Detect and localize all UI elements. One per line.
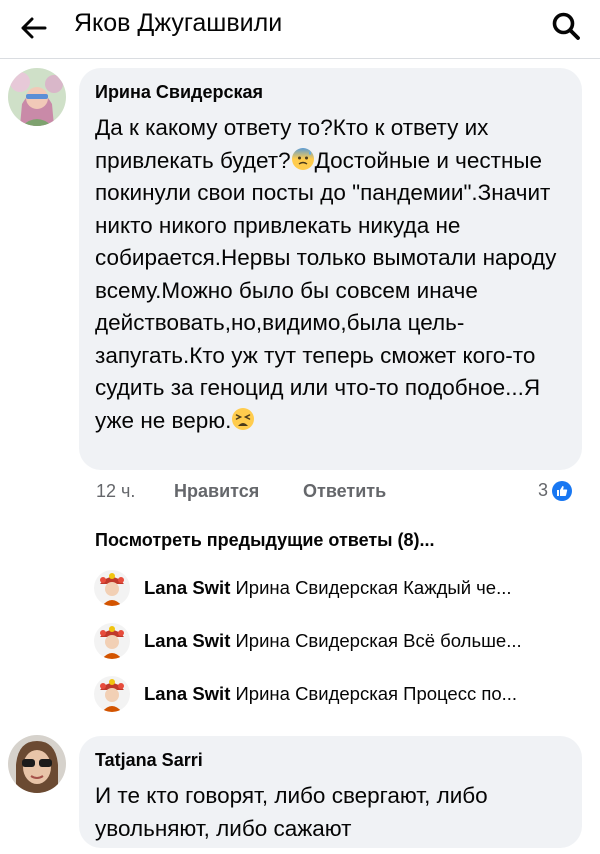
arrow-left-icon <box>21 17 47 39</box>
comment-bubble: Tatjana Sarri И те кто говорят, либо све… <box>79 736 582 848</box>
like-button[interactable]: Нравится <box>174 481 259 502</box>
reply-row[interactable]: Lana Swit Ирина Свидерская Процесс по... <box>94 676 594 716</box>
like-icon <box>552 480 573 501</box>
top-bar: Яков Джугашвили <box>0 0 600 59</box>
avatar[interactable] <box>8 68 66 126</box>
avatar-image <box>94 676 130 712</box>
tired-face-icon <box>232 407 255 430</box>
comment-bubble: Ирина Свидерская Да к какому ответу то?К… <box>79 68 582 470</box>
reply-button[interactable]: Ответить <box>303 481 386 502</box>
avatar-image <box>8 68 66 126</box>
comment-author[interactable]: Ирина Свидерская <box>95 82 263 103</box>
page-title: Яков Джугашвили <box>74 9 283 37</box>
avatar[interactable] <box>94 623 130 659</box>
reaction-count[interactable]: 3 <box>538 480 573 501</box>
reply-row[interactable]: Lana Swit Ирина Свидерская Всё больше... <box>94 623 594 663</box>
search-icon <box>552 12 580 40</box>
avatar[interactable] <box>8 735 66 793</box>
view-previous-replies-link[interactable]: Посмотреть предыдущие ответы (8)... <box>95 530 435 551</box>
avatar-image <box>94 570 130 606</box>
search-button[interactable] <box>546 6 586 46</box>
reply-text: Lana Swit Ирина Свидерская Всё больше... <box>144 630 522 652</box>
reply-snippet: Ирина Свидерская Всё больше... <box>235 630 522 651</box>
reply-text: Lana Swit Ирина Свидерская Каждый че... <box>144 577 512 599</box>
reply-snippet: Ирина Свидерская Процесс по... <box>235 683 518 704</box>
reply-author[interactable]: Lana Swit <box>144 577 230 598</box>
reply-snippet: Ирина Свидерская Каждый че... <box>235 577 512 598</box>
reply-author[interactable]: Lana Swit <box>144 630 230 651</box>
reply-row[interactable]: Lana Swit Ирина Свидерская Каждый че... <box>94 570 594 610</box>
avatar-image <box>8 735 66 793</box>
comment-author[interactable]: Tatjana Sarri <box>95 750 203 771</box>
reaction-count-value: 3 <box>538 480 549 500</box>
reply-text: Lana Swit Ирина Свидерская Процесс по... <box>144 683 517 705</box>
avatar-image <box>94 623 130 659</box>
comment-text: И те кто говорят, либо свергают, либо ув… <box>95 783 488 841</box>
reply-author[interactable]: Lana Swit <box>144 683 230 704</box>
avatar[interactable] <box>94 676 130 712</box>
avatar[interactable] <box>94 570 130 606</box>
comment-text-part2: Достойные и честные покинули свои посты … <box>95 147 557 433</box>
comment-text: Да к какому ответу то?Кто к ответу их пр… <box>95 112 573 437</box>
back-button[interactable] <box>14 8 54 48</box>
anxious-face-with-sweat-icon <box>291 147 314 170</box>
comment-time: 12 ч. <box>96 481 136 501</box>
